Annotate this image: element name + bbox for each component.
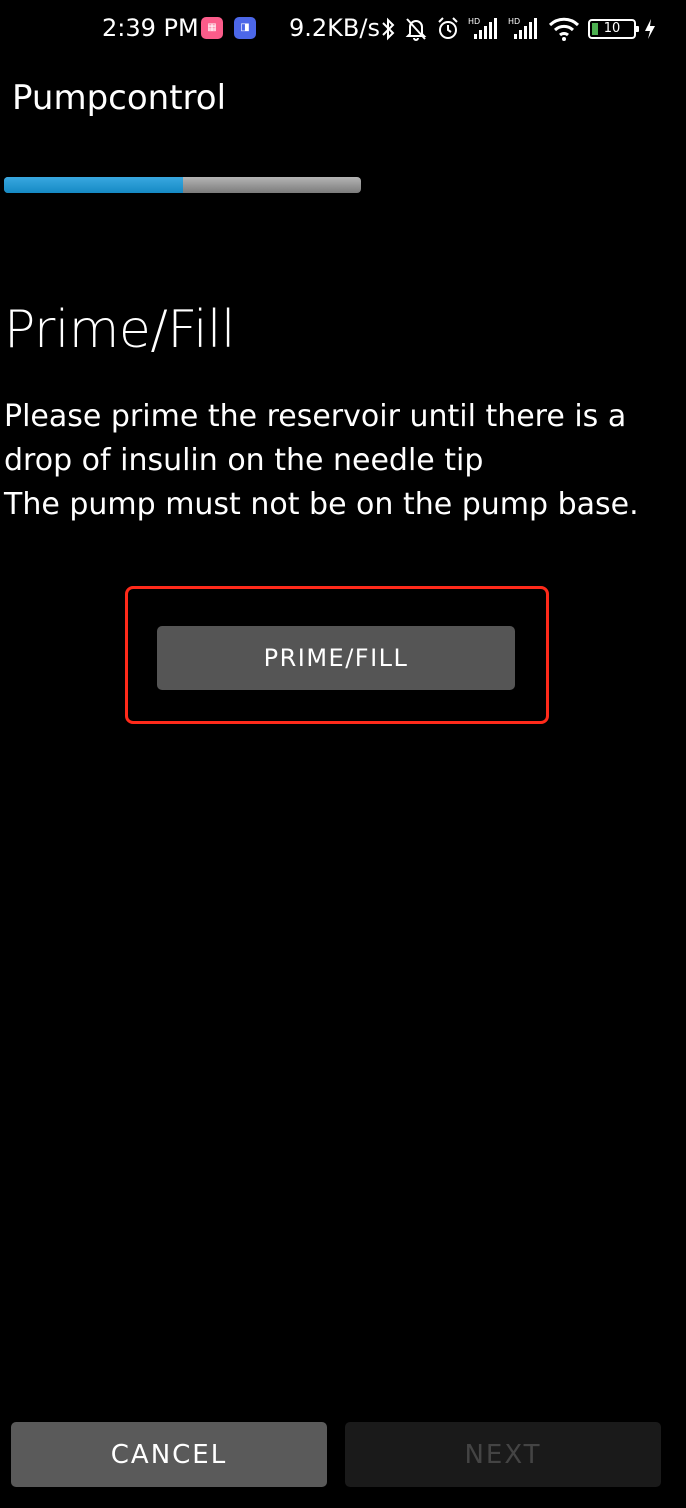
- charging-icon: [644, 17, 656, 41]
- battery-icon: 10: [588, 19, 639, 39]
- instructions-text: Please prime the reservoir until there i…: [4, 399, 639, 522]
- cancel-button[interactable]: CANCEL: [11, 1422, 327, 1487]
- signal-hd-1-icon: HD: [468, 16, 500, 42]
- app-notification-icon-2: ◨: [234, 17, 256, 39]
- app-title: Pumpcontrol: [12, 78, 227, 118]
- mute-bell-icon: [404, 16, 428, 42]
- status-icons: HD HD 10: [380, 14, 656, 44]
- wifi-icon: [548, 16, 580, 42]
- page-title: Prime/Fill: [4, 300, 235, 360]
- alarm-icon: [436, 16, 460, 42]
- next-button[interactable]: NEXT: [345, 1422, 661, 1487]
- battery-level: 10: [603, 21, 621, 36]
- bluetooth-icon: [380, 16, 396, 42]
- status-bar: 2:39 PM ▦ ◨ 9.2KB/s HD HD 10: [0, 0, 686, 58]
- status-time: 2:39 PM: [102, 14, 199, 42]
- svg-text:HD: HD: [468, 17, 480, 26]
- app-notification-icon: ▦: [201, 17, 223, 39]
- network-speed: 9.2KB/s: [289, 14, 380, 42]
- svg-text:HD: HD: [508, 17, 520, 26]
- signal-hd-2-icon: HD: [508, 16, 540, 42]
- progress-fill: [4, 177, 183, 193]
- prime-fill-button[interactable]: PRIME/FILL: [157, 626, 515, 690]
- step-progress-bar: [4, 177, 361, 193]
